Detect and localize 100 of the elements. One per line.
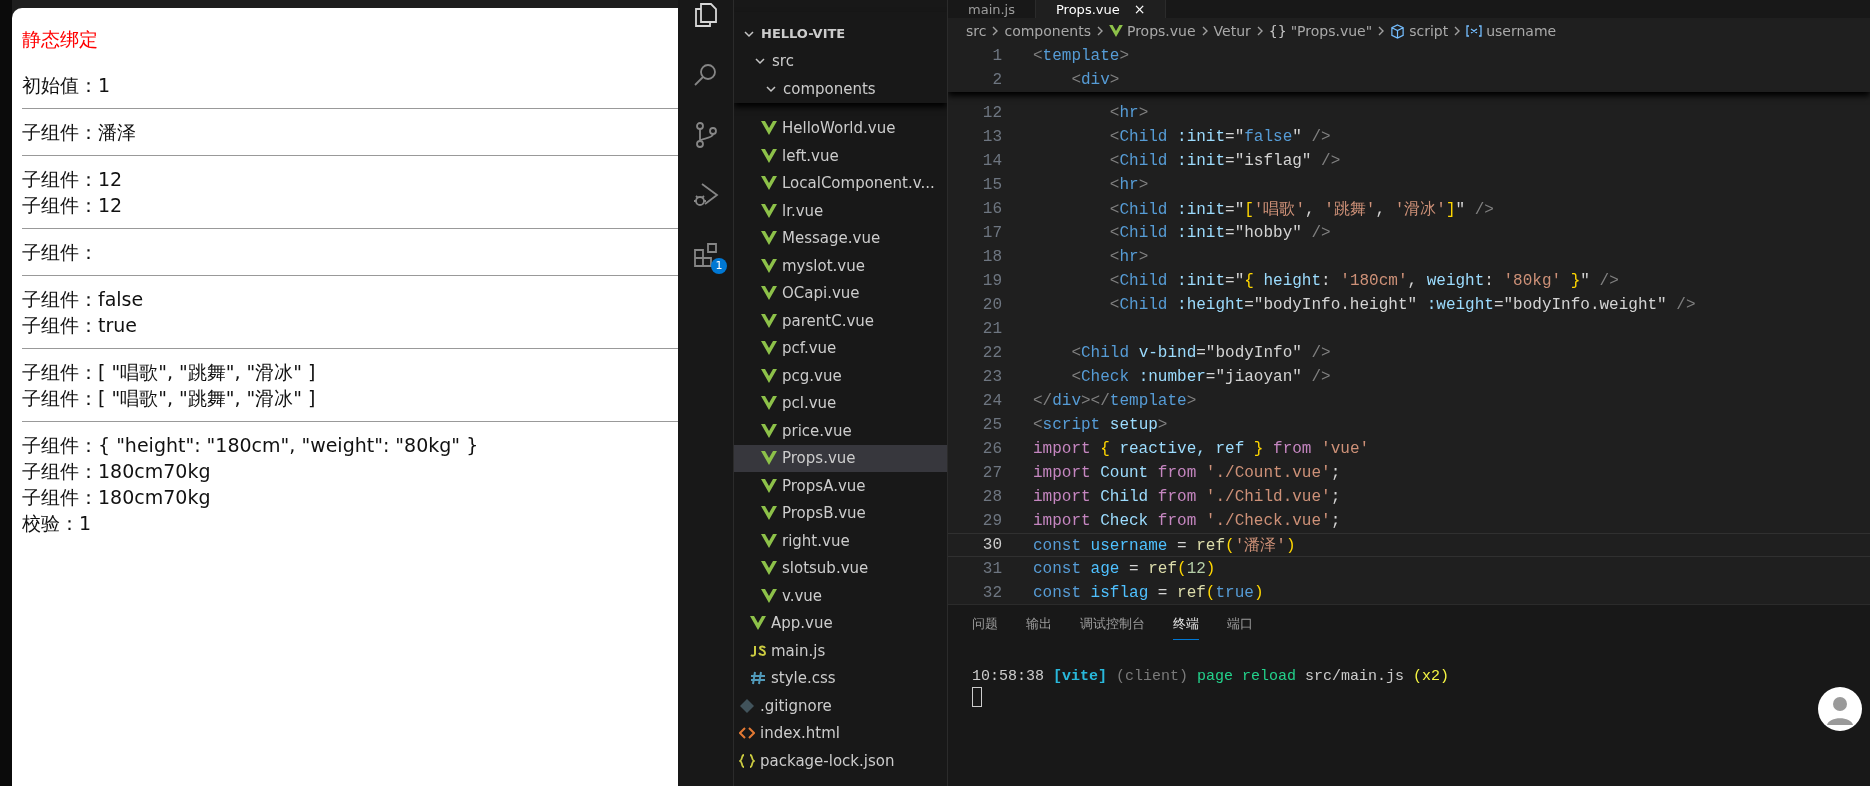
close-icon[interactable]: × (1133, 1, 1146, 17)
code-line: <Check :number="jiaoyan" /> (1070, 368, 1331, 386)
code-line: import Check from './Check.vue'; (1033, 512, 1341, 530)
file-item[interactable]: Message.vue (734, 224, 947, 252)
vue-file-icon (761, 533, 777, 548)
breadcrumb-item[interactable]: src (966, 23, 987, 39)
line-number: 26 (981, 440, 1003, 458)
file-item[interactable]: pcf.vue (734, 334, 947, 362)
code-line: <hr> (1108, 248, 1149, 266)
breadcrumb-item[interactable]: components (1004, 23, 1091, 39)
cube-icon (1390, 23, 1406, 39)
chevron-icon (991, 25, 1000, 37)
vue-file-icon (761, 286, 777, 301)
vue-file-icon (750, 616, 766, 631)
code-line: </div></template> (1033, 392, 1197, 410)
file-item[interactable]: PropsB.vue (734, 499, 947, 527)
output-line: 子组件：12 (22, 167, 124, 192)
line-number: 14 (981, 152, 1003, 170)
extensions-icon (691, 241, 720, 269)
breadcrumb-item[interactable]: {} "Props.vue" (1268, 23, 1373, 39)
line-number: 30 (981, 536, 1003, 554)
line-number: 25 (981, 416, 1003, 434)
vue-file-icon (761, 258, 777, 273)
file-item[interactable]: right.vue (734, 527, 947, 555)
file-item[interactable]: myslot.vue (734, 252, 947, 280)
code-line: <script setup> (1033, 416, 1168, 434)
file-item[interactable]: style.css (734, 664, 947, 692)
code-line: <Child v-bind="bodyInfo" /> (1070, 344, 1331, 362)
line-number: 22 (981, 344, 1003, 362)
vue-file-icon (761, 451, 777, 466)
line-number: 23 (981, 368, 1003, 386)
code-line: <Child :init="false" /> (1108, 128, 1331, 146)
line-number: 32 (981, 584, 1003, 602)
folder-item[interactable]: HELLO-VITE (734, 20, 947, 48)
editor-tab[interactable]: Props.vue × (1036, 0, 1167, 18)
file-item[interactable]: lr.vue (734, 197, 947, 225)
file-item[interactable]: HelloWorld.vue (734, 114, 947, 142)
file-item[interactable]: pcg.vue (734, 362, 947, 390)
file-item[interactable]: package-lock.json (734, 747, 947, 775)
vue-file-icon (761, 121, 777, 136)
folder-item[interactable]: src (734, 47, 947, 75)
panel-tab[interactable]: 问题 (972, 611, 998, 640)
file-item[interactable]: pcl.vue (734, 389, 947, 417)
code-line: <Child :init="{ height: '180cm', weight: '80kg' }" /> (1108, 272, 1619, 290)
vue-file-icon (761, 313, 777, 328)
file-item[interactable]: price.vue (734, 417, 947, 445)
file-item[interactable]: v.vue (734, 582, 947, 610)
vue-file-icon (761, 148, 777, 163)
file-item[interactable]: index.html (734, 719, 947, 747)
avatar-button[interactable] (1818, 687, 1862, 731)
vue-file-icon (761, 341, 777, 356)
code-line: import Child from './Child.vue'; (1033, 488, 1341, 506)
code-line: <Child :init="['唱歌', '跳舞', '滑冰']" /> (1108, 199, 1494, 220)
code-line: import Count from './Count.vue'; (1033, 464, 1341, 482)
panel-tab[interactable]: 调试控制台 (1080, 611, 1145, 640)
terminal-cursor (972, 687, 982, 707)
folder-item[interactable]: components (734, 75, 947, 103)
line-number: 12 (981, 104, 1003, 122)
vue-file-icon (761, 506, 777, 521)
chevron-icon (1377, 25, 1386, 37)
panel-tab[interactable]: 端口 (1227, 611, 1253, 640)
file-item[interactable]: PropsA.vue (734, 472, 947, 500)
code-line: const username = ref('潘泽') (1033, 535, 1296, 556)
file-item[interactable]: parentC.vue (734, 307, 947, 335)
breadcrumb-item[interactable]: Props.vue (1108, 23, 1196, 39)
code-line: const isflag = ref(true) (1033, 584, 1264, 602)
file-item[interactable]: main.js (734, 637, 947, 665)
output-line: 子组件：[ "唱歌", "跳舞", "滑冰" ] (22, 360, 317, 385)
js-file-icon (750, 643, 766, 658)
file-item[interactable]: OCapi.vue (734, 279, 947, 307)
code-line: <Child :height="bodyInfo.height" :weight="bodyInfo.weight" /> (1108, 296, 1696, 314)
vue-file-icon (761, 561, 777, 576)
breadcrumb-item[interactable]: username (1466, 23, 1557, 39)
code-line: <div> (1070, 71, 1120, 89)
file-item[interactable]: .gitignore (734, 692, 947, 720)
file-item[interactable]: slotsub.vue (734, 554, 947, 582)
page-heading: 静态绑定 (22, 27, 99, 52)
breadcrumb-item[interactable]: script (1390, 23, 1449, 39)
variable-icon (1466, 24, 1483, 38)
vue-file-icon (761, 368, 777, 383)
line-number: 24 (981, 392, 1003, 410)
notification-badge: 1 (711, 258, 727, 274)
line-number: 29 (981, 512, 1003, 530)
vue-file-icon (761, 423, 777, 438)
file-item[interactable]: App.vue (734, 609, 947, 637)
line-number: 18 (981, 248, 1003, 266)
breadcrumb-item[interactable]: Vetur (1213, 23, 1251, 39)
output-line: 子组件：false (22, 287, 145, 312)
code-brackets-icon (739, 726, 755, 741)
chevron-icon (1255, 25, 1264, 37)
vue-file-icon (761, 231, 777, 246)
panel-tab[interactable]: 终端 (1173, 611, 1199, 640)
line-number: 13 (981, 128, 1003, 146)
code-line: <hr> (1108, 176, 1149, 194)
line-number: 31 (981, 560, 1003, 578)
file-item[interactable]: LocalComponent.v... (734, 169, 947, 197)
file-item[interactable]: left.vue (734, 142, 947, 170)
panel-tab[interactable]: 输出 (1026, 611, 1052, 640)
output-line: 子组件：12 (22, 193, 124, 218)
file-item[interactable]: Props.vue (734, 444, 947, 472)
